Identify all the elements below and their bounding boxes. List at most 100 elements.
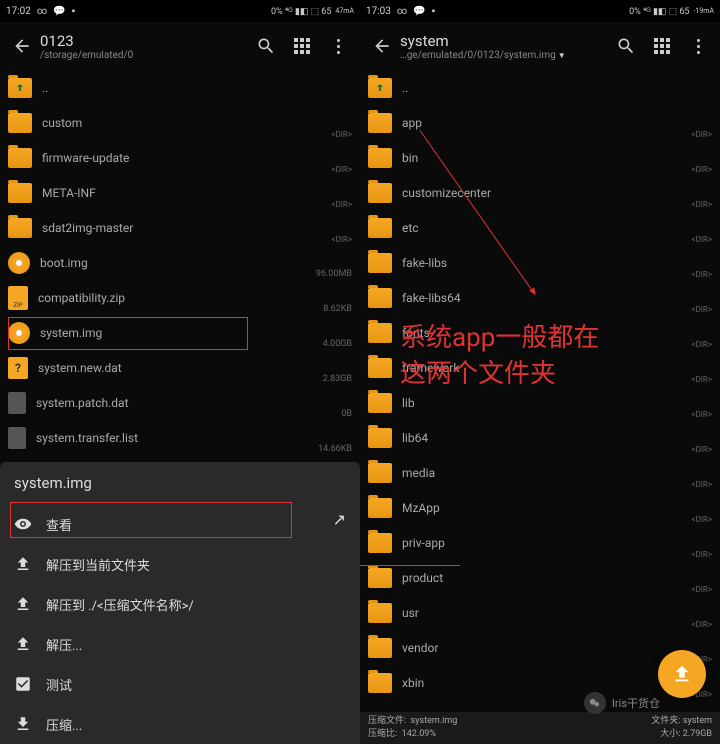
footer-archive-label: 压缩文件: xyxy=(368,716,406,726)
view-grid-button[interactable] xyxy=(644,28,680,64)
list-item[interactable]: custom<DIR> xyxy=(0,105,360,140)
sheet-test-label: 测试 xyxy=(46,675,72,694)
up-row[interactable]: .. xyxy=(0,70,360,105)
menu-button[interactable] xyxy=(320,28,356,64)
up-label: .. xyxy=(402,81,712,95)
folder-icon xyxy=(368,428,392,448)
list-item[interactable]: app<DIR> xyxy=(360,105,720,140)
list-item[interactable]: system.patch.dat0B xyxy=(0,385,360,420)
chat-icon: 💬 xyxy=(53,6,65,17)
sheet-test[interactable]: 测试 xyxy=(0,664,360,704)
back-button[interactable] xyxy=(4,28,40,64)
item-name: fonts xyxy=(402,326,712,340)
watermark-text: Iris干货仓 xyxy=(612,695,660,711)
file-list[interactable]: .. app<DIR>bin<DIR>customizecenter<DIR>e… xyxy=(360,70,720,700)
item-name: app xyxy=(402,116,712,130)
list-item[interactable]: META-INF<DIR> xyxy=(0,175,360,210)
list-item[interactable]: priv-app<DIR> xyxy=(360,525,720,560)
status-time: 17:03 xyxy=(366,6,391,17)
item-name: system.transfer.list xyxy=(36,431,352,445)
folder-icon xyxy=(8,183,32,203)
right-screen: 17:03 ∞ 💬 ▪ 0% ⁴ᴳ ▮◧ ⬚ 65 -19mA system …… xyxy=(360,0,720,744)
list-item[interactable]: framework<DIR> xyxy=(360,350,720,385)
item-size: <DIR> xyxy=(331,200,352,209)
folder-icon xyxy=(368,498,392,518)
list-item[interactable]: system.img4.00GB xyxy=(0,315,360,350)
title: 0123 xyxy=(40,32,248,50)
search-icon xyxy=(256,36,276,56)
item-size: <DIR> xyxy=(691,340,712,349)
list-item[interactable]: sdat2img-master<DIR> xyxy=(0,210,360,245)
upload-icon xyxy=(14,555,32,573)
sheet-view[interactable]: 查看 xyxy=(0,504,360,544)
view-grid-button[interactable] xyxy=(284,28,320,64)
list-item[interactable]: usr<DIR> xyxy=(360,595,720,630)
footer-archive-value: system.img xyxy=(411,716,458,726)
infinity-icon: ∞ xyxy=(37,6,47,17)
list-item[interactable]: fonts<DIR> xyxy=(360,315,720,350)
item-name: fake-libs64 xyxy=(402,291,712,305)
list-item[interactable]: etc<DIR> xyxy=(360,210,720,245)
item-name: priv-app xyxy=(402,536,712,550)
up-row[interactable]: .. xyxy=(360,70,720,105)
grid-icon xyxy=(294,38,310,54)
file-list[interactable]: .. custom<DIR>firmware-update<DIR>META-I… xyxy=(0,70,360,490)
fab-upload[interactable] xyxy=(658,650,706,698)
title: system xyxy=(400,32,608,50)
item-size: <DIR> xyxy=(691,270,712,279)
list-item[interactable]: firmware-update<DIR> xyxy=(0,140,360,175)
list-item[interactable]: system.transfer.list14.66KB xyxy=(0,420,360,455)
list-item[interactable]: compatibility.zip8.62KB xyxy=(0,280,360,315)
folder-icon xyxy=(368,183,392,203)
item-name: system.patch.dat xyxy=(36,396,352,410)
list-item[interactable]: lib64<DIR> xyxy=(360,420,720,455)
open-external-icon[interactable]: ↗ xyxy=(333,510,346,529)
folder-icon xyxy=(368,533,392,553)
check-icon xyxy=(14,675,32,693)
search-button[interactable] xyxy=(248,28,284,64)
list-item[interactable]: fake-libs64<DIR> xyxy=(360,280,720,315)
list-item[interactable]: ?system.new.dat2.83GB xyxy=(0,350,360,385)
sheet-extract[interactable]: 解压... xyxy=(0,624,360,664)
dots-icon xyxy=(337,39,340,54)
dropdown-icon[interactable]: ▼ xyxy=(558,51,566,60)
sheet-extract-label: 解压... xyxy=(46,635,82,654)
item-size: <DIR> xyxy=(691,515,712,524)
item-name: compatibility.zip xyxy=(38,291,352,305)
disc-icon xyxy=(8,252,30,274)
appbar: 0123 /storage/emulated/0 xyxy=(0,22,360,70)
appbar: system …ge/emulated/0/0123/system.img▼ xyxy=(360,22,720,70)
list-item[interactable]: fake-libs<DIR> xyxy=(360,245,720,280)
list-item[interactable]: product<DIR> xyxy=(360,560,720,595)
menu-button[interactable] xyxy=(680,28,716,64)
folder-icon xyxy=(368,148,392,168)
list-item[interactable]: boot.img96.00MB xyxy=(0,245,360,280)
watermark: Iris干货仓 xyxy=(584,692,660,714)
folder-icon xyxy=(368,603,392,623)
upload-icon xyxy=(14,635,32,653)
back-button[interactable] xyxy=(364,28,400,64)
item-size: 14.66KB xyxy=(318,444,352,454)
sheet-compress[interactable]: 压缩... xyxy=(0,704,360,744)
footer-folder-label: 文件夹: xyxy=(651,716,680,726)
item-size: <DIR> xyxy=(331,235,352,244)
list-item[interactable]: media<DIR> xyxy=(360,455,720,490)
list-item[interactable]: customizecenter<DIR> xyxy=(360,175,720,210)
notif-icon: ▪ xyxy=(432,6,436,17)
item-name: customizecenter xyxy=(402,186,712,200)
item-size: <DIR> xyxy=(691,235,712,244)
list-item[interactable]: bin<DIR> xyxy=(360,140,720,175)
item-name: usr xyxy=(402,606,712,620)
left-screen: 17:02 ∞ 💬 ▪ 0% ⁴ᴳ ▮◧ ⬚ 65 47mA 0123 /sto… xyxy=(0,0,360,744)
list-item[interactable]: lib<DIR> xyxy=(360,385,720,420)
folder-icon xyxy=(368,358,392,378)
sheet-extract-to[interactable]: 解压到 ./<压缩文件名称>/ xyxy=(0,584,360,624)
item-name: media xyxy=(402,466,712,480)
item-name: custom xyxy=(42,116,352,130)
item-size: <DIR> xyxy=(691,410,712,419)
search-button[interactable] xyxy=(608,28,644,64)
item-size: <DIR> xyxy=(691,375,712,384)
sheet-extract-here[interactable]: 解压到当前文件夹 xyxy=(0,544,360,584)
sheet-view-label: 查看 xyxy=(46,515,72,534)
list-item[interactable]: MzApp<DIR> xyxy=(360,490,720,525)
